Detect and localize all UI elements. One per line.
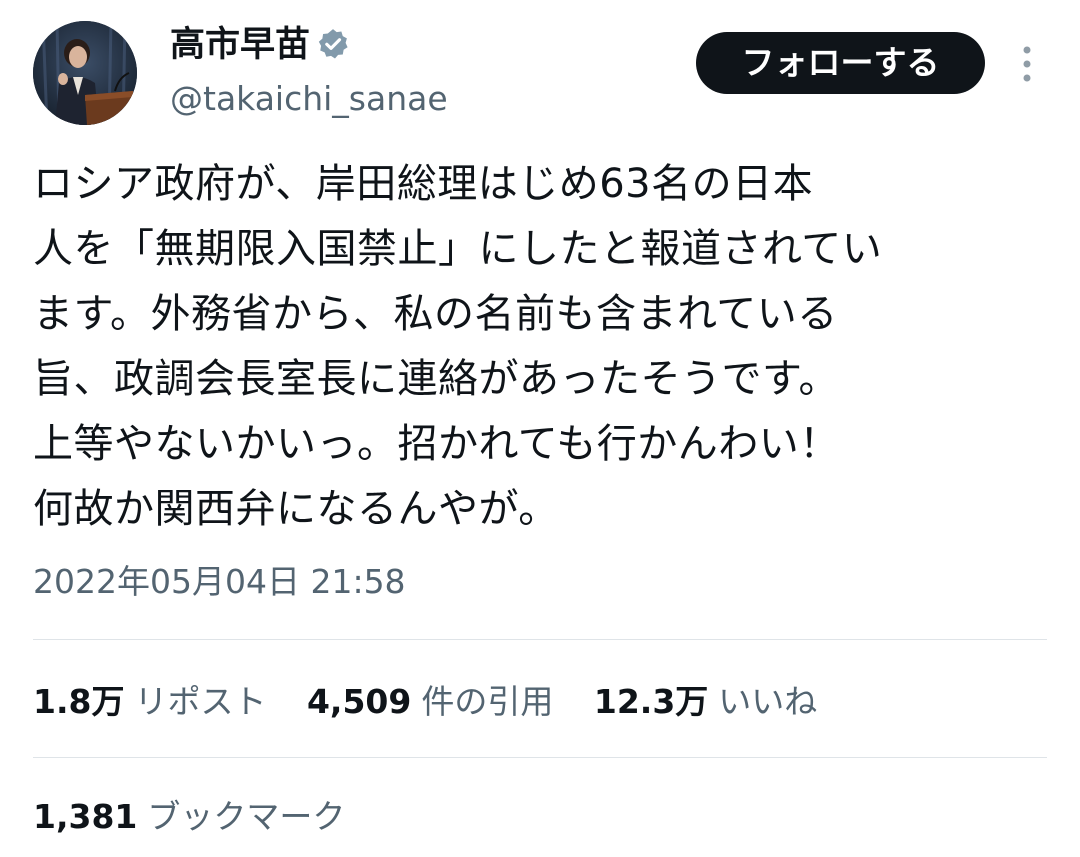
quotes-stat[interactable]: 4,509 件の引用 (307, 677, 553, 727)
divider (33, 757, 1047, 758)
tweet-text-line: 上等やないかいっ。招かれても行かんわい！ (33, 421, 840, 467)
divider (33, 639, 1047, 640)
tweet-text-line: 何故か関西弁になるんやが。 (33, 486, 559, 532)
avatar[interactable] (33, 21, 137, 125)
likes-label: いいね (718, 682, 818, 721)
reposts-stat[interactable]: 1.8万 リポスト (33, 677, 266, 727)
tweet-text-line: ます。外務省から、私の名前も含まれている (33, 291, 838, 337)
tweet-timestamp[interactable]: 2022年05月04日 21:58 (33, 557, 406, 607)
bookmarks-stat[interactable]: 1,381 ブックマーク (33, 792, 345, 842)
profile-photo (33, 21, 137, 125)
author-handle[interactable]: @takaichi_sanae (170, 77, 448, 121)
tweet-text-line: 旨、政調会長室長に連絡があったそうです。 (33, 356, 839, 402)
quotes-label: 件の引用 (421, 682, 554, 721)
likes-stat[interactable]: 12.3万 いいね (594, 677, 817, 727)
bookmark-stats: 1,381 ブックマーク (33, 792, 375, 842)
verified-badge-icon (318, 29, 348, 59)
tweet-text-line: ロシア政府が、岸田総理はじめ63名の日本 (33, 161, 814, 207)
follow-button[interactable]: フォローする (696, 32, 985, 94)
tweet-text-line: 人を「無期限入国禁止」にしたと報道されてい (33, 226, 883, 272)
likes-count: 12.3万 (593, 682, 709, 721)
display-name-text: 高市早苗 (170, 25, 311, 65)
tweet-text: ロシア政府が、岸田総理はじめ63名の日本 人を「無期限入国禁止」にしたと報道され… (33, 152, 1033, 542)
reposts-label: リポスト (134, 682, 267, 721)
more-vertical-icon[interactable] (1013, 44, 1041, 84)
bookmarks-count: 1,381 (33, 797, 138, 836)
reposts-count: 1.8万 (33, 682, 125, 721)
bookmarks-label: ブックマーク (147, 797, 346, 836)
engagement-stats: 1.8万 リポスト 4,509 件の引用 12.3万 いいね (33, 677, 847, 727)
quotes-count: 4,509 (306, 682, 412, 721)
author-display-name[interactable]: 高市早苗 (170, 22, 350, 68)
